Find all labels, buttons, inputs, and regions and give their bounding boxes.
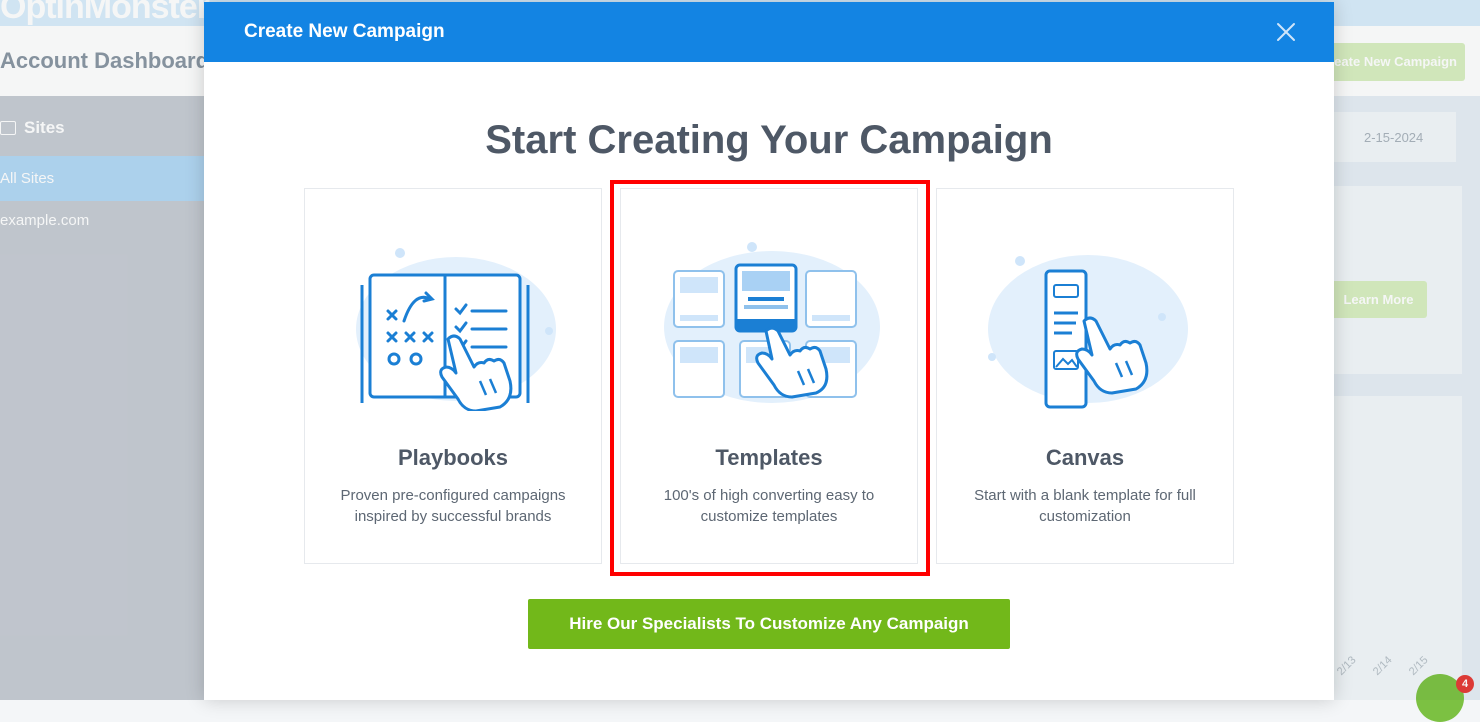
campaign-type-options: Playbooks Proven pre-configured campaign…: [304, 188, 1234, 566]
templates-icon: [660, 241, 880, 411]
modal-title: Create New Campaign: [244, 21, 445, 42]
canvas-card[interactable]: Canvas Start with a blank template for f…: [936, 188, 1234, 564]
templates-card[interactable]: Templates 100's of high converting easy …: [620, 188, 918, 564]
hire-specialists-button[interactable]: Hire Our Specialists To Customize Any Ca…: [528, 599, 1010, 649]
playbooks-title: Playbooks: [397, 445, 509, 470]
playbooks-description: Proven pre-configured campaigns inspired…: [340, 487, 566, 525]
templates-description: 100's of high converting easy to customi…: [663, 487, 875, 525]
playbooks-card[interactable]: Playbooks Proven pre-configured campaign…: [304, 188, 602, 564]
modal-heading: Start Creating Your Campaign: [485, 118, 1053, 162]
create-campaign-modal: Create New Campaign Start Creating Your …: [204, 2, 1334, 700]
templates-title: Templates: [715, 445, 823, 470]
close-icon[interactable]: [1274, 20, 1298, 44]
modal-header: Create New Campaign: [204, 2, 1334, 62]
playbook-icon: [344, 241, 564, 413]
canvas-title: Canvas: [1045, 445, 1125, 470]
canvas-icon: [976, 241, 1196, 411]
canvas-description: Start with a blank template for full cus…: [974, 487, 1196, 525]
